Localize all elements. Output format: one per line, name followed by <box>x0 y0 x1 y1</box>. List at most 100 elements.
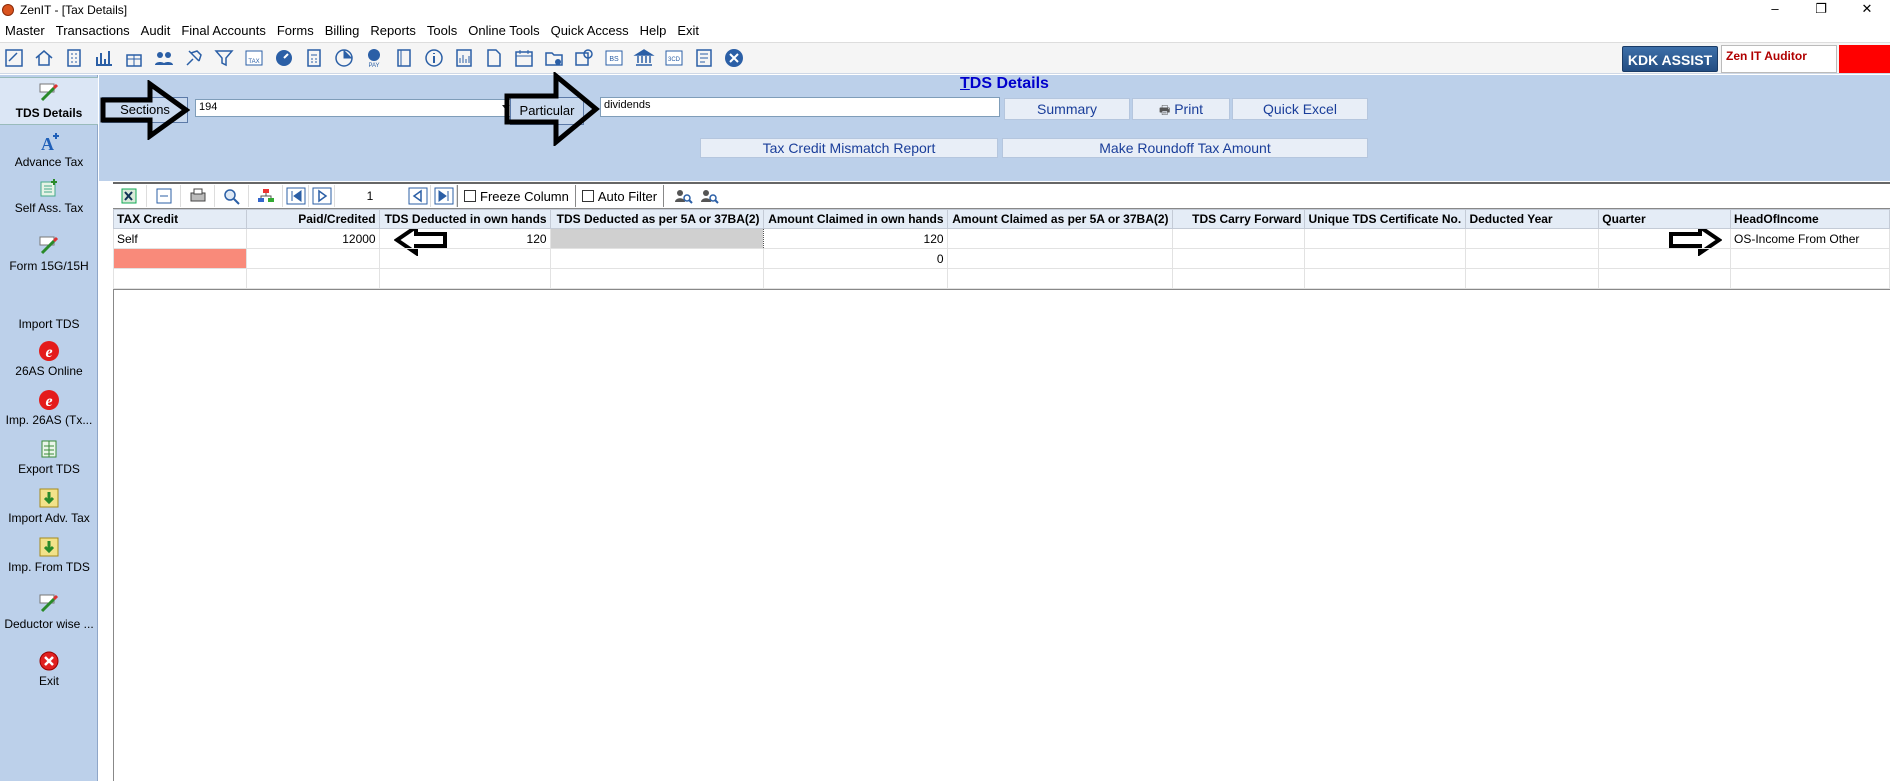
cell-tds-own[interactable] <box>378 268 551 289</box>
menu-audit[interactable]: Audit <box>136 21 177 41</box>
next-page-icon[interactable] <box>405 185 431 207</box>
info-icon[interactable] <box>422 46 446 70</box>
cell-paid[interactable]: 12000 <box>245 228 380 249</box>
excel-export-icon[interactable] <box>113 185 147 207</box>
folder-add-icon[interactable] <box>542 46 566 70</box>
sections-dropdown[interactable]: 194 <box>195 99 513 117</box>
users-icon[interactable] <box>152 46 176 70</box>
cell-tds-own[interactable]: 120 <box>378 228 551 249</box>
cell-claimed-5a[interactable] <box>946 268 1173 289</box>
cell-tax-credit[interactable]: Self <box>113 228 247 249</box>
tax-credit-mismatch-button[interactable]: Tax Credit Mismatch Report <box>700 138 998 158</box>
cell-claimed-own[interactable]: 120 <box>762 228 948 249</box>
cell-year[interactable] <box>1465 248 1600 269</box>
cell-carry[interactable] <box>1171 248 1306 269</box>
sidebar-item-imp-from-tds[interactable]: Imp. From TDS <box>0 536 98 574</box>
cell-carry[interactable] <box>1171 228 1306 249</box>
cell-year[interactable] <box>1465 228 1600 249</box>
hierarchy-icon[interactable] <box>249 185 283 207</box>
restore-button[interactable]: ❐ <box>1798 0 1844 20</box>
print-button[interactable]: 🖶 Print <box>1132 98 1230 120</box>
particular-input[interactable]: dividends <box>600 97 1000 117</box>
user-search-icon[interactable] <box>670 185 696 207</box>
cell-paid[interactable] <box>245 248 380 269</box>
sidebar-item-form-15g[interactable]: Form 15G/15H <box>0 235 98 273</box>
book-icon[interactable] <box>392 46 416 70</box>
col-tax-credit[interactable]: TAX Credit <box>113 209 247 229</box>
quick-excel-button[interactable]: Quick Excel <box>1232 98 1368 120</box>
cell-tds-5a[interactable] <box>549 248 764 269</box>
filter-icon[interactable] <box>212 46 236 70</box>
bank-icon[interactable] <box>632 46 656 70</box>
cell-quarter[interactable] <box>1598 268 1732 289</box>
report-icon[interactable] <box>452 46 476 70</box>
bs-icon[interactable]: BS <box>602 46 626 70</box>
cell-claimed-own[interactable] <box>762 268 948 289</box>
col-claimed-own-hands[interactable]: Amount Claimed in own hands <box>762 209 948 229</box>
menu-help[interactable]: Help <box>635 21 673 41</box>
cell-tax-credit[interactable] <box>113 248 247 269</box>
cell-carry[interactable] <box>1171 268 1306 289</box>
user-filter-icon[interactable] <box>696 185 722 207</box>
pie-chart-icon[interactable] <box>332 46 356 70</box>
prev-page-icon[interactable] <box>309 185 335 207</box>
sidebar-item-deductor-wise[interactable]: Deductor wise ... <box>0 593 98 631</box>
col-carry-forward[interactable]: TDS Carry Forward <box>1171 209 1306 229</box>
menu-tools[interactable]: Tools <box>422 21 463 41</box>
col-head-of-income[interactable]: HeadOfIncome <box>1730 209 1890 229</box>
cell-quarter[interactable] <box>1598 228 1732 249</box>
home-icon[interactable] <box>32 46 56 70</box>
gift-icon[interactable] <box>122 46 146 70</box>
sidebar-item-advance-tax[interactable]: A Advance Tax <box>0 131 98 169</box>
document-icon[interactable] <box>482 46 506 70</box>
cell-head[interactable] <box>1730 268 1890 289</box>
close-button[interactable]: ✕ <box>1844 0 1890 20</box>
close-circle-icon[interactable] <box>722 46 746 70</box>
menu-online-tools[interactable]: Online Tools <box>463 21 545 41</box>
bar-chart-icon[interactable] <box>92 46 116 70</box>
pin-icon[interactable] <box>182 46 206 70</box>
sidebar-item-import-tds[interactable]: Import TDS <box>0 293 98 331</box>
freeze-column-box[interactable] <box>464 190 476 202</box>
summary-button[interactable]: Summary <box>1004 98 1130 120</box>
cell-tds-own[interactable] <box>378 248 551 269</box>
cell-tds-5a[interactable] <box>549 228 764 249</box>
col-tds-own-hands[interactable]: TDS Deducted in own hands <box>378 209 551 229</box>
print-icon[interactable] <box>181 185 215 207</box>
roundoff-tax-button[interactable]: Make Roundoff Tax Amount <box>1002 138 1368 158</box>
cell-tds-5a[interactable] <box>549 268 764 289</box>
cell-cert[interactable] <box>1304 268 1467 289</box>
cell-year[interactable] <box>1465 268 1600 289</box>
search-icon[interactable] <box>215 185 249 207</box>
cell-head[interactable] <box>1730 248 1890 269</box>
tax-icon[interactable]: TAX <box>242 46 266 70</box>
freeze-column-checkbox[interactable]: Freeze Column <box>457 185 575 207</box>
calculator-icon[interactable] <box>302 46 326 70</box>
col-tds-5a[interactable]: TDS Deducted as per 5A or 37BA(2) <box>549 209 764 229</box>
col-certificate-no[interactable]: Unique TDS Certificate No. <box>1304 209 1467 229</box>
col-paid-credited[interactable]: Paid/Credited <box>245 209 380 229</box>
building-icon[interactable] <box>62 46 86 70</box>
refresh-icon[interactable] <box>572 46 596 70</box>
csv-icon[interactable] <box>147 185 181 207</box>
auto-filter-checkbox[interactable]: Auto Filter <box>574 185 665 207</box>
sidebar-item-exit[interactable]: Exit <box>0 650 98 688</box>
col-claimed-5a[interactable]: Amount Claimed as per 5A or 37BA(2) <box>946 209 1173 229</box>
kdk-assist-button[interactable]: KDK ASSIST <box>1622 46 1718 72</box>
menu-exit[interactable]: Exit <box>672 21 705 41</box>
menu-forms[interactable]: Forms <box>272 21 320 41</box>
first-page-icon[interactable] <box>283 185 309 207</box>
form-icon[interactable] <box>692 46 716 70</box>
menu-billing[interactable]: Billing <box>320 21 366 41</box>
cell-cert[interactable] <box>1304 228 1467 249</box>
cell-head[interactable]: OS-Income From Other <box>1730 228 1890 249</box>
col-deducted-year[interactable]: Deducted Year <box>1465 209 1600 229</box>
page-number[interactable]: 1 <box>335 189 405 203</box>
pay-icon[interactable]: PAY <box>362 46 386 70</box>
menu-transactions[interactable]: Transactions <box>51 21 136 41</box>
auto-filter-box[interactable] <box>581 190 594 202</box>
sidebar-item-tds-details[interactable]: TDS Details <box>0 77 98 125</box>
cell-claimed-5a[interactable] <box>946 228 1173 249</box>
minimize-button[interactable]: – <box>1752 0 1798 20</box>
cell-cert[interactable] <box>1304 248 1467 269</box>
